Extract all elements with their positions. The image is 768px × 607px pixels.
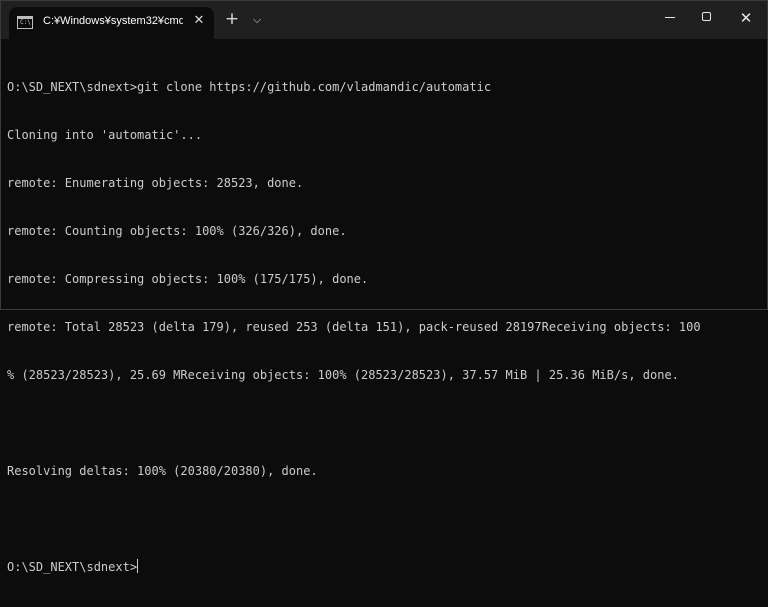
terminal-line: Cloning into 'automatic'... — [7, 128, 203, 142]
tab-title: C:¥Windows¥system32¥cmd.e — [43, 15, 183, 27]
terminal-line: % (28523/28523), 25.69 MReceiving object… — [7, 368, 679, 382]
tab-cmd[interactable]: C:\ C:¥Windows¥system32¥cmd.e ✕ — [9, 7, 214, 39]
prompt-text: O:\SD_NEXT\sdnext> — [7, 560, 138, 574]
maximize-button[interactable] — [690, 5, 724, 31]
minimize-button[interactable] — [653, 5, 687, 31]
terminal-line: remote: Enumerating objects: 28523, done… — [7, 176, 304, 190]
tab-close-icon[interactable]: ✕ — [192, 14, 206, 28]
chevron-down-icon[interactable]: ⌵ — [249, 12, 265, 28]
terminal-line: remote: Total 28523 (delta 179), reused … — [7, 320, 701, 334]
prompt-line[interactable]: O:\SD_NEXT\sdnext> — [7, 559, 767, 575]
terminal-line: O:\SD_NEXT\sdnext>git clone https://gith… — [7, 80, 492, 94]
terminal-output[interactable]: O:\SD_NEXT\sdnext>git clone https://gith… — [1, 39, 767, 574]
maximize-icon — [702, 12, 711, 21]
close-button[interactable]: ✕ — [729, 5, 763, 31]
text-cursor — [137, 559, 139, 573]
terminal-line: remote: Compressing objects: 100% (175/1… — [7, 272, 369, 286]
terminal-line: Resolving deltas: 100% (20380/20380), do… — [7, 464, 318, 478]
title-bar[interactable]: C:\ C:¥Windows¥system32¥cmd.e ✕ + ⌵ ✕ — [1, 1, 767, 39]
new-tab-button[interactable]: + — [223, 11, 241, 29]
terminal-line: remote: Counting objects: 100% (326/326)… — [7, 224, 347, 238]
terminal-window: C:\ C:¥Windows¥system32¥cmd.e ✕ + ⌵ ✕ O:… — [0, 0, 768, 574]
minimize-icon — [665, 17, 675, 18]
command-prompt-icon: C:\ — [17, 16, 33, 29]
